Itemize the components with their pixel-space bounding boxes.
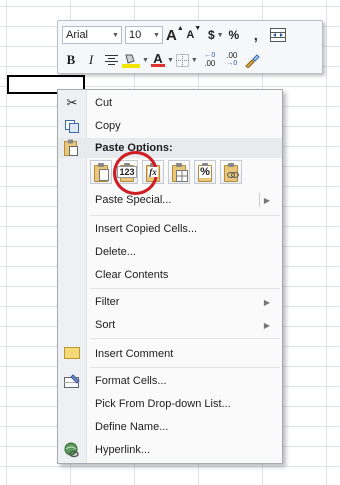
chevron-right-icon: ▶ xyxy=(263,320,270,330)
paste-option-link[interactable] xyxy=(220,160,242,184)
comma-style-button[interactable]: , xyxy=(248,25,264,45)
fill-color-button[interactable]: ▼ xyxy=(122,50,149,70)
shrink-font-button[interactable]: A ▼ xyxy=(186,25,202,45)
borders-icon xyxy=(175,53,189,67)
center-align-button[interactable] xyxy=(102,50,120,70)
font-size-value: 10 xyxy=(129,29,142,41)
menu-item-label: Sort xyxy=(95,319,116,331)
format-cells-icon xyxy=(63,373,81,389)
merge-center-icon xyxy=(269,28,286,42)
menu-item-format-cells[interactable]: Format Cells... xyxy=(58,370,282,392)
menu-item-label: Insert Copied Cells... xyxy=(95,223,198,235)
menu-item-label: Delete... xyxy=(95,246,136,258)
menu-item-label: Hyperlink... xyxy=(95,444,151,456)
format-painter-button[interactable] xyxy=(244,50,260,70)
grow-font-icon: A xyxy=(166,26,177,44)
increase-decimal-button[interactable]: ←0 .00 xyxy=(200,50,220,70)
menu-divider xyxy=(90,215,280,216)
paste-formulas-glyph: fx xyxy=(148,167,158,177)
menu-item-define-name[interactable]: Define Name... xyxy=(58,416,282,438)
font-color-icon: A xyxy=(153,51,163,66)
italic-button[interactable]: I xyxy=(82,50,100,70)
currency-icon: $ xyxy=(207,28,215,42)
menu-item-label: Define Name... xyxy=(95,421,169,433)
percent-icon: % xyxy=(228,28,240,42)
chevron-right-icon: ▶ xyxy=(263,297,270,307)
menu-item-cut[interactable]: ✂ Cut xyxy=(58,92,282,114)
chevron-down-icon: ▼ xyxy=(112,31,119,39)
currency-button[interactable]: $ ▼ xyxy=(208,25,224,45)
transpose-icon xyxy=(176,170,188,182)
font-name-value: Arial xyxy=(66,29,89,41)
font-color-button[interactable]: A ▼ xyxy=(150,50,174,70)
hyperlink-icon xyxy=(63,442,81,458)
menu-item-label: Format Cells... xyxy=(95,375,167,387)
chevron-down-icon: ▼ xyxy=(190,56,198,64)
format-painter-icon xyxy=(245,53,260,68)
paste-option-formatting[interactable]: % xyxy=(194,160,216,184)
bold-button[interactable]: B xyxy=(62,50,80,70)
merge-center-button[interactable] xyxy=(269,25,286,45)
menu-divider xyxy=(90,338,280,339)
menu-item-label: Paste Special... xyxy=(95,194,172,206)
menu-item-label: Cut xyxy=(95,97,113,109)
decrease-decimal-icon: .00 xyxy=(226,51,238,60)
menu-item-label: Copy xyxy=(95,120,121,132)
arrow-right-icon: →0 xyxy=(226,60,238,67)
font-color-swatch xyxy=(150,64,165,67)
page-icon xyxy=(99,169,109,181)
menu-item-pick-from-dropdown[interactable]: Pick From Drop-down List... xyxy=(58,393,282,415)
menu-item-label: Pick From Drop-down List... xyxy=(95,398,231,410)
menu-divider xyxy=(90,288,280,289)
shrink-font-icon: A xyxy=(186,29,195,41)
chevron-down-icon: ▼ xyxy=(153,31,160,39)
mini-toolbar: Arial ▼ 10 ▼ A ▲ A ▼ $ ▼ % , B I ▼ A ▼ ▼… xyxy=(57,20,323,74)
fill-bucket-icon xyxy=(122,54,140,68)
menu-item-filter[interactable]: Filter ▶ xyxy=(58,291,282,313)
italic-icon: I xyxy=(88,52,94,67)
menu-item-hyperlink[interactable]: Hyperlink... xyxy=(58,439,282,461)
paste-options-header: Paste Options: xyxy=(58,138,282,158)
comment-icon xyxy=(63,346,81,362)
paste-formatting-glyph: % xyxy=(199,166,211,178)
menu-item-label: Filter xyxy=(95,296,120,308)
copy-icon xyxy=(63,118,81,134)
menu-item-copy[interactable]: Copy xyxy=(58,115,282,137)
font-name-combo[interactable]: Arial ▼ xyxy=(62,26,122,44)
chevron-down-icon: ▼ xyxy=(142,56,149,64)
menu-divider xyxy=(90,367,280,368)
chevron-down-icon: ▼ xyxy=(216,31,224,39)
paste-option-transpose[interactable] xyxy=(168,160,190,184)
scissors-icon: ✂ xyxy=(66,95,78,110)
menu-item-sort[interactable]: Sort ▶ xyxy=(58,314,282,336)
paste-icon xyxy=(63,139,79,159)
bold-icon: B xyxy=(66,52,76,67)
menu-item-paste-special[interactable]: Paste Special... ▶ xyxy=(58,189,282,211)
grow-font-button[interactable]: A ▲ xyxy=(166,25,184,45)
paste-values-glyph: 123 xyxy=(117,166,137,178)
menu-item-delete[interactable]: Delete... xyxy=(58,241,282,263)
font-size-combo[interactable]: 10 ▼ xyxy=(125,26,163,44)
menu-item-clear-contents[interactable]: Clear Contents xyxy=(58,264,282,286)
menu-item-label: Insert Comment xyxy=(95,348,174,360)
context-menu: ✂ Cut Copy Paste Options: 123 fx % Paste… xyxy=(57,89,283,464)
borders-button[interactable]: ▼ xyxy=(175,50,198,70)
increase-decimal-icon: .00 xyxy=(204,59,216,68)
percent-button[interactable]: % xyxy=(226,25,242,45)
menu-item-label: Clear Contents xyxy=(95,269,169,281)
submenu-divider xyxy=(259,193,260,207)
paste-option-paste[interactable] xyxy=(90,160,112,184)
menu-item-insert-comment[interactable]: Insert Comment xyxy=(58,343,282,365)
decrease-decimal-button[interactable]: .00 →0 xyxy=(222,50,242,70)
comma-icon: , xyxy=(253,27,258,43)
chevron-down-icon: ▼ xyxy=(166,56,174,64)
menu-item-insert-copied-cells[interactable]: Insert Copied Cells... xyxy=(58,218,282,240)
center-align-icon xyxy=(104,55,118,65)
chain-link-icon xyxy=(227,172,239,178)
chevron-right-icon: ▶ xyxy=(263,195,270,205)
